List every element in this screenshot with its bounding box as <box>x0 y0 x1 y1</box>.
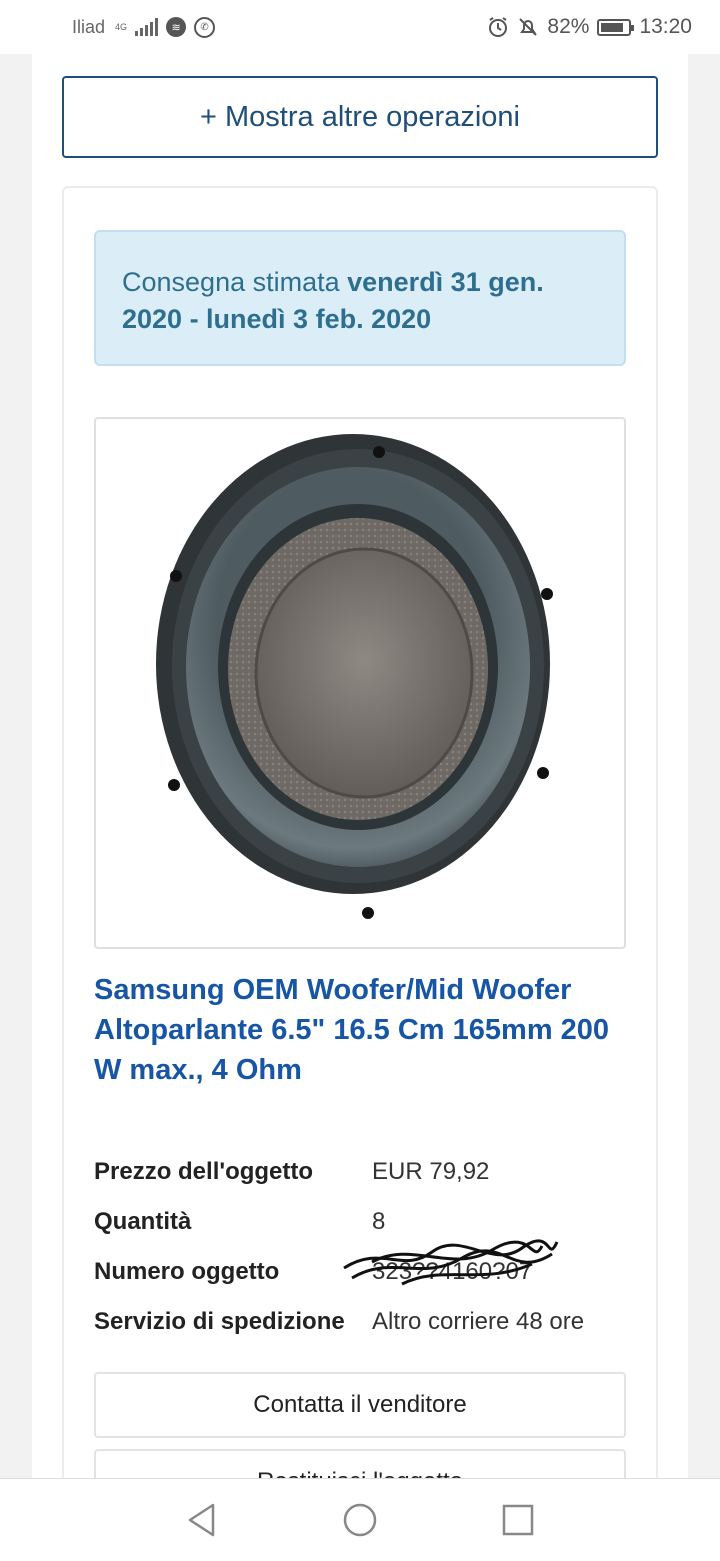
signal-icon <box>135 18 159 36</box>
home-circle-icon <box>343 1503 377 1537</box>
battery-icon <box>597 18 635 36</box>
status-left: Iliad 4G ≋ ✆ <box>72 16 216 38</box>
home-button[interactable] <box>340 1500 380 1540</box>
detail-value: EUR 79,92 <box>372 1158 490 1185</box>
carrier-name: Iliad <box>72 16 106 37</box>
detail-label: Numero oggetto <box>94 1258 280 1285</box>
battery-level <box>601 22 623 32</box>
detail-label: Prezzo dell'oggetto <box>94 1158 314 1185</box>
status-bar: Iliad 4G ≋ ✆ 82% 13:20 <box>0 0 720 54</box>
network-type: 4G <box>115 21 128 32</box>
order-item-card: Consegna stimata venerdì 31 gen. 2020 - … <box>62 186 658 1515</box>
back-triangle-icon <box>188 1503 215 1537</box>
detail-label: Servizio di spedizione <box>94 1308 345 1335</box>
system-navigation-bar <box>0 1478 720 1561</box>
detail-value: 8 <box>372 1208 386 1235</box>
bell-muted-icon <box>519 18 538 36</box>
alarm-icon <box>489 17 508 37</box>
redaction-scribble <box>343 1239 559 1286</box>
status-right: 82% 13:20 <box>487 15 692 39</box>
spotify-icon: ≋ <box>166 17 187 37</box>
delivery-label: Consegna stimata <box>122 267 340 297</box>
product-image[interactable] <box>94 417 626 949</box>
detail-row-shipping: Servizio di spedizione Altro corriere 48… <box>94 1302 634 1342</box>
detail-row-price: Prezzo dell'oggetto EUR 79,92 <box>94 1152 634 1192</box>
product-title-link[interactable]: Samsung OEM Woofer/Mid Woofer Altoparlan… <box>94 970 626 1090</box>
show-more-operations-button[interactable]: + Mostra altre operazioni <box>62 76 658 158</box>
detail-row-item-number: Numero oggetto 323??4160?07 <box>94 1239 634 1292</box>
woofer-speaker-image <box>156 434 553 919</box>
clock: 13:20 <box>639 15 692 38</box>
order-details-page: + Mostra altre operazioni Consegna stima… <box>32 54 688 1515</box>
detail-value-redacted: 323??4160?07 <box>343 1239 559 1286</box>
battery-percent: 82% <box>547 15 590 38</box>
recents-button[interactable] <box>498 1500 538 1540</box>
detail-value: Altro corriere 48 ore <box>372 1308 585 1335</box>
whatsapp-icon: ✆ <box>194 16 216 38</box>
back-button[interactable] <box>182 1500 222 1540</box>
estimated-delivery-box: Consegna stimata venerdì 31 gen. 2020 - … <box>94 230 626 366</box>
recents-square-icon <box>502 1504 534 1536</box>
detail-label: Quantità <box>94 1208 192 1235</box>
contact-seller-button[interactable]: Contatta il venditore <box>94 1372 626 1438</box>
